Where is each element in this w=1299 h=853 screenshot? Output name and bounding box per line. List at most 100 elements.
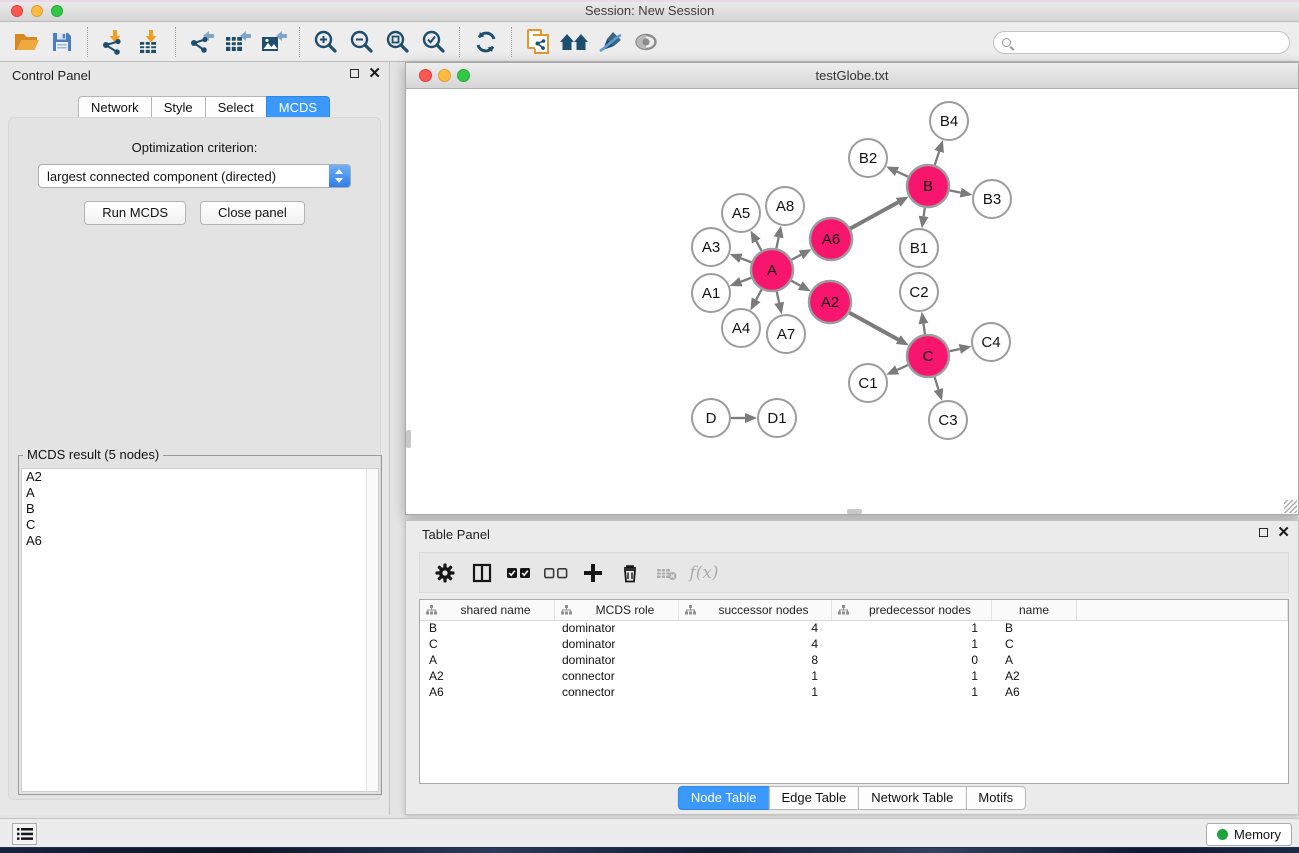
table-row-b[interactable]: Bdominator41B (420, 621, 1288, 637)
show-graphics-details-icon[interactable] (628, 25, 664, 59)
node-table[interactable]: shared nameMCDS rolesuccessor nodesprede… (419, 599, 1289, 784)
graph-edge-A-A2[interactable] (791, 281, 800, 286)
graph-edge-A-A3[interactable] (741, 258, 751, 262)
refresh-icon[interactable] (468, 25, 504, 59)
graph-edge-C-C2[interactable] (923, 324, 924, 335)
result-item-a[interactable]: A (22, 485, 378, 501)
add-column-icon[interactable] (578, 558, 608, 588)
graph-node-C2[interactable]: C2 (900, 273, 938, 311)
search-box[interactable] (993, 31, 1290, 54)
close-panel-button[interactable]: Close panel (200, 201, 305, 225)
result-item-b[interactable]: B (22, 501, 378, 517)
graph-node-B2[interactable]: B2 (849, 139, 887, 177)
graph-edge-C-C4[interactable] (949, 349, 959, 351)
graph-node-B1[interactable]: B1 (900, 229, 938, 267)
graph-node-A3[interactable]: A3 (692, 228, 730, 266)
zoom-out-icon[interactable] (344, 25, 380, 59)
export-table-icon[interactable] (220, 25, 256, 59)
graph-node-B4[interactable]: B4 (930, 102, 968, 140)
tab-motifs[interactable]: Motifs (965, 786, 1026, 810)
graph-edge-A-A5[interactable] (756, 241, 761, 251)
network-canvas[interactable]: B4 B2 B B3 A8A5 A6 A3 B1 A C2 A1 A2 A4A7 C4 C C1 C3 D D1 (406, 89, 1298, 514)
column-header-MCDS-role[interactable]: MCDS role (555, 600, 679, 620)
graph-edge-B-B4[interactable] (935, 151, 939, 165)
maximize-window-icon[interactable] (51, 5, 63, 17)
select-all-columns-icon[interactable] (504, 558, 534, 588)
close-panel-icon[interactable]: ✕ (368, 68, 381, 79)
graph-node-D1[interactable]: D1 (758, 399, 796, 437)
mcds-result-list[interactable]: A2ABCA6 (21, 468, 379, 792)
graph-node-A4[interactable]: A4 (722, 309, 760, 347)
column-header-predecessor-nodes[interactable]: predecessor nodes (832, 600, 992, 620)
graph-edge-C-C1[interactable] (897, 365, 908, 370)
run-mcds-button[interactable]: Run MCDS (84, 201, 186, 225)
minimize-window-icon[interactable] (31, 5, 43, 17)
settings-gear-icon[interactable] (430, 558, 460, 588)
network-graph[interactable]: B4 B2 B B3 A8A5 A6 A3 B1 A C2 A1 A2 A4A7 C4 C C1 C3 D D1 (406, 89, 1298, 515)
show-columns-icon[interactable] (467, 558, 497, 588)
close-window-icon[interactable] (11, 5, 23, 17)
graph-edge-B-B1[interactable] (924, 208, 925, 217)
graph-edge-B-B3[interactable] (950, 190, 961, 192)
zoom-fit-icon[interactable] (380, 25, 416, 59)
vertical-scroll-thumb[interactable] (406, 430, 411, 448)
graph-node-A2[interactable]: A2 (809, 281, 851, 323)
clear-table-icon[interactable] (652, 558, 682, 588)
minimize-network-icon[interactable] (438, 69, 451, 82)
export-image-icon[interactable] (256, 25, 292, 59)
table-row-a[interactable]: Adominator80A (420, 653, 1288, 669)
graph-edge-A2-C[interactable] (849, 313, 898, 340)
result-scrollbar[interactable] (366, 469, 378, 791)
graph-edge-A-A7[interactable] (777, 291, 779, 302)
zoom-in-icon[interactable] (308, 25, 344, 59)
graph-node-A[interactable]: A (751, 249, 793, 291)
graph-node-B3[interactable]: B3 (973, 180, 1011, 218)
open-session-icon[interactable] (8, 25, 44, 59)
graph-node-C[interactable]: C (907, 335, 949, 377)
graph-node-A7[interactable]: A7 (767, 315, 805, 353)
float-panel-icon[interactable] (350, 69, 359, 78)
graph-node-B[interactable]: B (907, 165, 949, 207)
tab-network-table[interactable]: Network Table (858, 786, 966, 810)
zoom-selected-icon[interactable] (416, 25, 452, 59)
close-network-icon[interactable] (419, 69, 432, 82)
import-table-icon[interactable] (132, 25, 168, 59)
graph-node-D[interactable]: D (692, 399, 730, 437)
float-table-panel-icon[interactable] (1259, 528, 1268, 537)
graph-edge-B-B2[interactable] (897, 172, 908, 177)
delete-column-icon[interactable] (615, 558, 645, 588)
criterion-dropdown[interactable]: largest connected component (directed) (38, 164, 351, 188)
maximize-network-icon[interactable] (457, 69, 470, 82)
result-item-a2[interactable]: A2 (22, 469, 378, 485)
close-table-panel-icon[interactable]: ✕ (1277, 527, 1290, 538)
graph-node-C4[interactable]: C4 (972, 323, 1010, 361)
memory-button[interactable]: Memory (1206, 823, 1292, 846)
result-item-a6[interactable]: A6 (22, 533, 378, 549)
graph-node-C1[interactable]: C1 (849, 364, 887, 402)
save-session-icon[interactable] (44, 25, 80, 59)
hide-annotations-icon[interactable] (592, 25, 628, 59)
function-builder-icon[interactable]: f(x) (689, 558, 719, 588)
export-network-icon[interactable] (184, 25, 220, 59)
resize-grip-icon[interactable] (1284, 500, 1297, 513)
graph-node-A1[interactable]: A1 (692, 274, 730, 312)
graph-node-A8[interactable]: A8 (766, 187, 804, 225)
search-input[interactable] (1016, 34, 1289, 52)
graph-edge-A-A8[interactable] (776, 237, 778, 248)
cytoscape-home-icon[interactable] (556, 25, 592, 59)
graph-edge-C-C3[interactable] (935, 377, 939, 389)
graph-node-C3[interactable]: C3 (929, 401, 967, 439)
table-row-a2[interactable]: A2connector11A2 (420, 669, 1288, 685)
column-header-name[interactable]: name (992, 600, 1077, 620)
graph-node-A6[interactable]: A6 (810, 218, 852, 260)
horizontal-scroll-thumb[interactable] (847, 509, 862, 514)
column-header-successor-nodes[interactable]: successor nodes (679, 600, 832, 620)
new-network-from-selection-icon[interactable] (520, 25, 556, 59)
deselect-all-columns-icon[interactable] (541, 558, 571, 588)
graph-node-A5[interactable]: A5 (722, 194, 760, 232)
tab-edge-table[interactable]: Edge Table (768, 786, 859, 810)
result-item-c[interactable]: C (22, 517, 378, 533)
column-header-shared-name[interactable]: shared name (420, 600, 555, 620)
graph-edge-A-A4[interactable] (756, 289, 762, 299)
table-row-a6[interactable]: A6connector11A6 (420, 685, 1288, 701)
